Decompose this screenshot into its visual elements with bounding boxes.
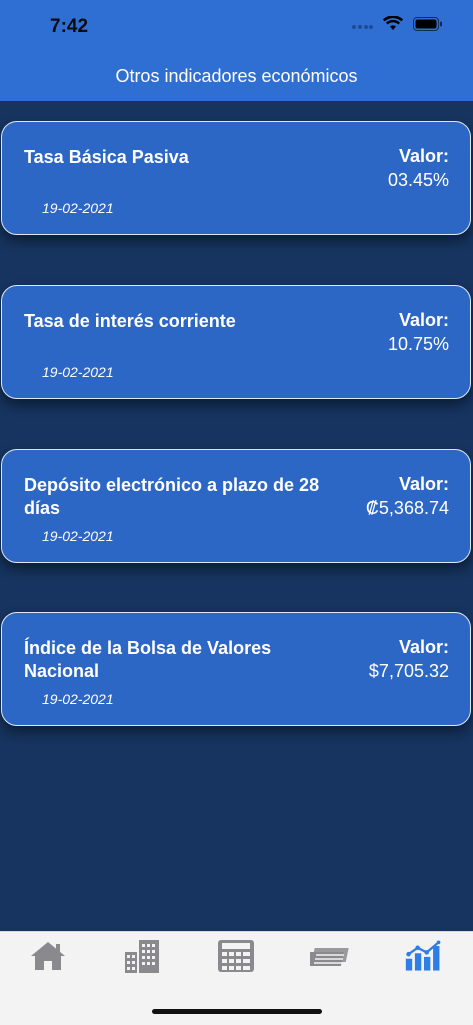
- card-title: Índice de la Bolsa de Valores Nacional: [24, 638, 272, 681]
- value-label: Valor:: [398, 474, 449, 494]
- indicator-card-tasa-basica[interactable]: Tasa Básica Pasiva Valor: 03.45% 19-02-2…: [1, 121, 471, 235]
- page-title: Otros indicadores económicos: [115, 66, 358, 86]
- card-date: 19-02-2021: [42, 691, 114, 707]
- chart-icon: [405, 940, 441, 971]
- calculator-icon: [218, 940, 254, 972]
- card-value: ₡5,368.74: [365, 498, 449, 518]
- value-label: Valor:: [398, 146, 449, 166]
- card-value: 03.45%: [387, 170, 449, 190]
- indicator-card-deposito[interactable]: Depósito electrónico a plazo de 28 días …: [1, 449, 471, 563]
- wifi-icon: [383, 16, 403, 30]
- home-indicator[interactable]: [152, 1009, 322, 1014]
- tab-money[interactable]: [310, 936, 350, 976]
- tab-calculator[interactable]: [216, 936, 256, 976]
- status-icons: [351, 16, 443, 31]
- tab-buildings[interactable]: [122, 936, 162, 976]
- card-date: 19-02-2021: [42, 200, 114, 216]
- tab-home[interactable]: [28, 936, 68, 976]
- value-label: Valor:: [398, 310, 449, 330]
- tab-indicators[interactable]: [404, 936, 444, 976]
- card-value: $7,705.32: [368, 661, 449, 681]
- card-title: Tasa de interés corriente: [24, 311, 236, 331]
- indicator-card-tasa-interes[interactable]: Tasa de interés corriente Valor: 10.75% …: [1, 285, 471, 399]
- home-icon: [31, 942, 65, 970]
- card-value: 10.75%: [387, 334, 449, 354]
- value-label: Valor:: [398, 637, 449, 657]
- card-date: 19-02-2021: [42, 528, 114, 544]
- signal-icon: [352, 24, 373, 29]
- battery-icon: [413, 16, 442, 31]
- indicator-card-bolsa[interactable]: Índice de la Bolsa de Valores Nacional V…: [1, 612, 471, 726]
- buildings-icon: [125, 940, 159, 973]
- header: 7:42 Otros indicadores económicos: [0, 0, 473, 101]
- card-title: Depósito electrónico a plazo de 28 días: [24, 475, 320, 518]
- card-date: 19-02-2021: [42, 364, 114, 380]
- card-title: Tasa Básica Pasiva: [24, 147, 189, 167]
- money-icon: [310, 948, 349, 966]
- status-time: 7:42: [50, 16, 89, 37]
